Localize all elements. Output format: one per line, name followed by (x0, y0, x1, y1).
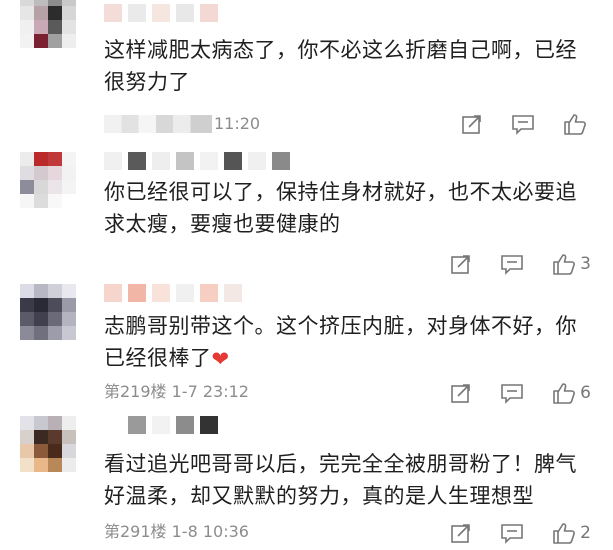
like-count: 2 (580, 523, 591, 543)
reply-button[interactable] (500, 522, 528, 544)
comment-actions: 6 (450, 380, 591, 406)
thumbs-up-icon (564, 114, 586, 135)
share-button[interactable] (450, 382, 476, 404)
comment-item: 志鹏哥别带这个。这个挤压内脏，对身体不好，你已经很棒了❤ 第219楼 1-7 2… (0, 270, 613, 410)
comment-actions: 2 (450, 520, 591, 546)
share-icon (451, 524, 470, 543)
reply-button[interactable] (500, 382, 528, 404)
avatar[interactable] (20, 152, 76, 208)
share-button[interactable] (450, 522, 476, 544)
comment-time: 11:20 (214, 114, 261, 133)
username-blurred[interactable] (104, 414, 218, 436)
thumbs-up-icon (553, 383, 576, 404)
comment-text: 志鹏哥别带这个。这个挤压内脏，对身体不好，你已经很棒了❤ (104, 310, 594, 375)
comment-time: 第219楼 1-7 23:12 (104, 382, 249, 401)
comment-text: 你已经很可以了，保持住身材就好，也不太必要追求太瘦，要瘦也要健康的 (104, 180, 577, 236)
comment-icon (501, 384, 523, 404)
avatar[interactable] (20, 284, 76, 340)
like-button[interactable]: 2 (552, 522, 591, 544)
comment-icon (501, 524, 523, 544)
thumbs-up-icon (553, 523, 576, 544)
comment-actions (461, 111, 591, 137)
comment-meta: 第219楼 1-7 23:12 (104, 380, 249, 404)
share-icon (451, 384, 470, 403)
like-button[interactable] (563, 113, 591, 135)
like-count: 6 (580, 383, 591, 403)
floor-info-blurred (104, 115, 212, 133)
share-icon (462, 115, 481, 134)
username-blurred[interactable] (104, 282, 242, 304)
reply-button[interactable] (511, 113, 539, 135)
comment-icon (512, 115, 534, 135)
comment-item: 这样减肥太病态了，你不必这么折磨自己啊，已经很努力了 11:20 (0, 0, 613, 140)
comment-text: 看过追光吧哥哥以后，完完全全被朋哥粉了！脾气好温柔，却又默默的努力，真的是人生理… (104, 452, 577, 508)
comment-item: 你已经很可以了，保持住身材就好，也不太必要追求太瘦，要瘦也要健康的 3 (0, 140, 613, 280)
comment-item: 看过追光吧哥哥以后，完完全全被朋哥粉了！脾气好温柔，却又默默的努力，真的是人生理… (0, 410, 613, 550)
like-button[interactable]: 6 (552, 382, 591, 404)
username-blurred[interactable] (104, 150, 290, 172)
comment-meta: 11:20 (104, 112, 260, 136)
comment-text: 这样减肥太病态了，你不必这么折磨自己啊，已经很努力了 (104, 38, 577, 94)
share-button[interactable] (461, 113, 487, 135)
comment-meta: 第291楼 1-8 10:36 (104, 520, 249, 544)
avatar[interactable] (20, 416, 76, 472)
avatar[interactable] (20, 0, 76, 48)
heart-emoji: ❤ (211, 347, 230, 371)
comment-time: 第291楼 1-8 10:36 (104, 522, 249, 541)
username-blurred[interactable] (104, 2, 218, 24)
